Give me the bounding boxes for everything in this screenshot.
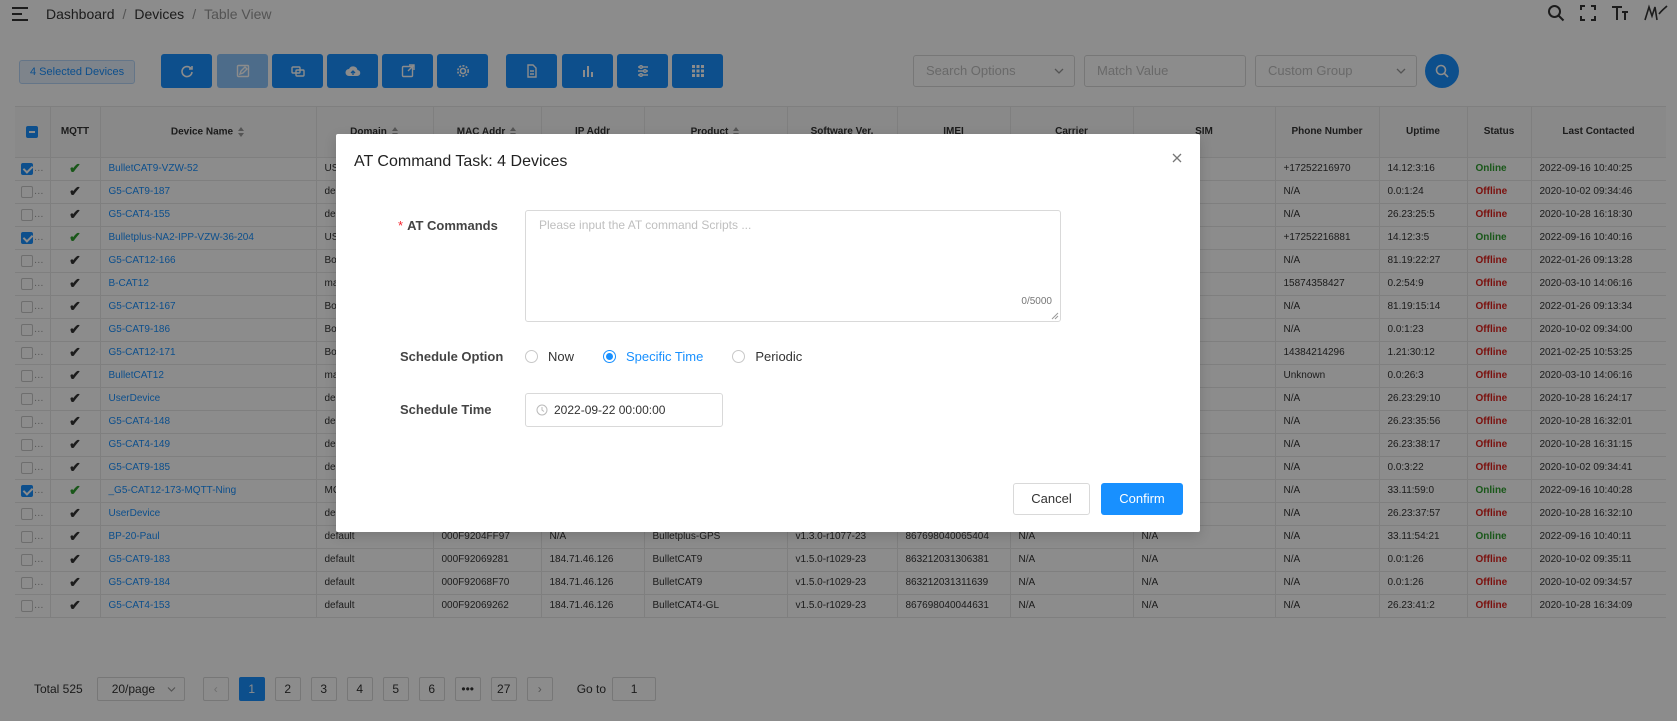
confirm-button[interactable]: Confirm [1101, 483, 1183, 515]
resize-handle-icon[interactable] [1051, 312, 1059, 320]
at-commands-label: * AT Commands [398, 218, 498, 233]
radio-now[interactable]: Now [525, 349, 574, 364]
radio-specific-time[interactable]: Specific Time [603, 349, 703, 364]
radio-periodic[interactable]: Periodic [732, 349, 802, 364]
schedule-time-label: Schedule Time [400, 402, 492, 417]
clock-icon [536, 404, 548, 416]
modal-title: AT Command Task: 4 Devices [354, 153, 568, 170]
close-icon[interactable] [1170, 151, 1184, 165]
schedule-time-picker[interactable]: 2022-09-22 00:00:00 [525, 393, 723, 427]
cancel-button[interactable]: Cancel [1013, 483, 1090, 515]
schedule-option-group: Now Specific Time Periodic [525, 349, 831, 364]
schedule-option-label: Schedule Option [400, 349, 504, 364]
at-commands-textarea[interactable]: Please input the AT command Scripts ... … [525, 210, 1061, 322]
char-count: 0/5000 [1021, 296, 1052, 307]
at-command-modal: AT Command Task: 4 Devices * AT Commands … [336, 134, 1200, 532]
